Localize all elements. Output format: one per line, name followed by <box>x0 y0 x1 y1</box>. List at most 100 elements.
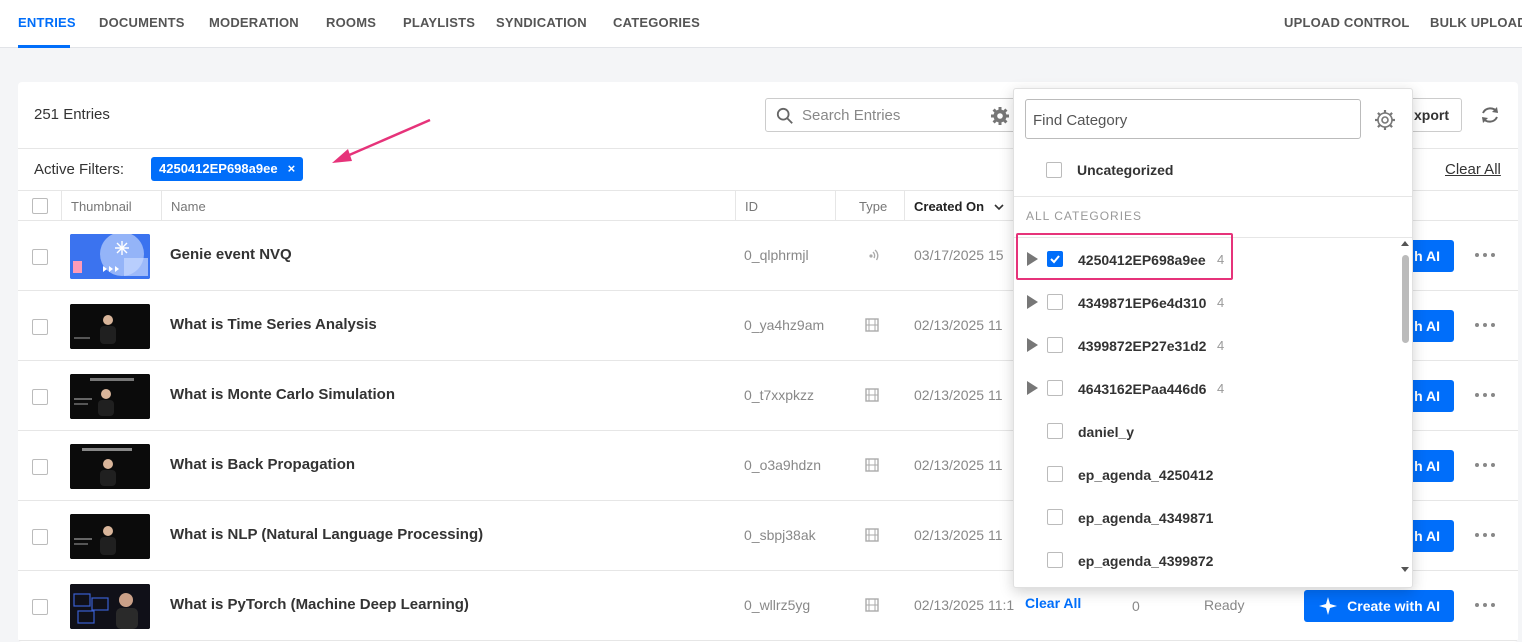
category-label: 4643162EPaa446d6 <box>1078 381 1207 397</box>
filter-tag-label: 4250412EP698a9ee <box>159 161 278 176</box>
row-checkbox[interactable] <box>32 249 48 265</box>
category-label: ep_agenda_4250412 <box>1078 467 1214 483</box>
category-checkbox[interactable] <box>1047 294 1063 310</box>
more-options-icon[interactable] <box>1474 531 1496 539</box>
category-count: 4 <box>1217 338 1225 353</box>
category-checkbox[interactable] <box>1047 423 1063 439</box>
find-category-input[interactable] <box>1033 110 1343 130</box>
expand-arrow-icon[interactable] <box>1027 338 1038 352</box>
entry-created-date: 02/13/2025 11 <box>914 317 1003 333</box>
entry-created-date: 03/17/2025 15 <box>914 247 1004 263</box>
tab-rooms[interactable]: ROOMS <box>326 15 376 30</box>
column-id[interactable]: ID <box>745 199 758 214</box>
scrollbar-thumb[interactable] <box>1402 255 1409 343</box>
uncategorized-label: Uncategorized <box>1077 162 1174 178</box>
more-options-icon[interactable] <box>1474 321 1496 329</box>
category-checkbox[interactable] <box>1047 552 1063 568</box>
uncategorized-checkbox[interactable] <box>1046 162 1062 178</box>
more-options-icon[interactable] <box>1474 391 1496 399</box>
entry-created-date: 02/13/2025 11 <box>914 457 1003 473</box>
category-checkbox[interactable] <box>1047 337 1063 353</box>
more-options-icon[interactable] <box>1474 461 1496 469</box>
search-icon <box>776 107 793 124</box>
search-input[interactable] <box>802 105 1002 125</box>
live-stream-icon <box>869 249 879 261</box>
video-icon <box>865 388 879 402</box>
category-checkbox[interactable] <box>1047 380 1063 396</box>
category-item[interactable]: 4250412EP698a9ee 4 <box>1014 238 1404 281</box>
column-type[interactable]: Type <box>859 199 887 214</box>
refresh-icon[interactable] <box>1479 104 1501 126</box>
remove-filter-icon[interactable]: × <box>288 161 296 176</box>
entry-name[interactable]: What is Monte Carlo Simulation <box>170 386 395 403</box>
tab-documents[interactable]: DOCUMENTS <box>99 15 185 30</box>
category-count: 4 <box>1217 381 1225 396</box>
scroll-down-arrow-icon[interactable] <box>1401 567 1409 572</box>
row-checkbox[interactable] <box>32 529 48 545</box>
column-thumbnail: Thumbnail <box>71 199 132 214</box>
category-settings-gear-icon[interactable] <box>1374 109 1396 131</box>
tab-playlists[interactable]: PLAYLISTS <box>403 15 475 30</box>
upload-control-link[interactable]: UPLOAD CONTROL <box>1284 15 1410 30</box>
more-options-icon[interactable] <box>1474 251 1496 259</box>
bulk-upload-link[interactable]: BULK UPLOAD <box>1430 15 1522 30</box>
category-label: ep_agenda_4399872 <box>1078 553 1214 569</box>
row-checkbox[interactable] <box>32 319 48 335</box>
category-item[interactable]: daniel_y <box>1014 410 1404 453</box>
tab-categories[interactable]: CATEGORIES <box>613 15 700 30</box>
category-checkbox[interactable] <box>1047 251 1063 267</box>
more-options-icon[interactable] <box>1474 601 1496 609</box>
entry-created-date: 02/13/2025 11 <box>914 527 1003 543</box>
select-all-checkbox[interactable] <box>32 198 48 214</box>
category-item[interactable]: 4349871EP6e4d310 4 <box>1014 281 1404 324</box>
search-settings-gear-icon[interactable] <box>990 106 1010 126</box>
column-divider <box>904 191 905 222</box>
entry-name[interactable]: Genie event NVQ <box>170 246 292 263</box>
active-filters-label: Active Filters: <box>34 161 125 178</box>
uncategorized-option[interactable]: Uncategorized <box>1014 149 1412 197</box>
category-checkbox[interactable] <box>1047 509 1063 525</box>
tab-entries[interactable]: ENTRIES <box>18 15 76 30</box>
category-count: 4 <box>1217 295 1225 310</box>
category-list-scrollbar[interactable] <box>1398 239 1412 579</box>
clear-all-categories-link[interactable]: Clear All <box>1025 595 1081 611</box>
entry-name[interactable]: What is Time Series Analysis <box>170 316 377 333</box>
category-item[interactable]: 4643162EPaa446d6 4 <box>1014 367 1404 410</box>
entry-name[interactable]: What is NLP (Natural Language Processing… <box>170 526 483 543</box>
category-checkbox[interactable] <box>1047 466 1063 482</box>
entry-plays: 0 <box>1132 598 1140 614</box>
category-item[interactable]: ep_agenda_4399872 <box>1014 539 1404 577</box>
expand-arrow-icon[interactable] <box>1027 381 1038 395</box>
row-checkbox[interactable] <box>32 599 48 615</box>
category-filter-dropdown: Uncategorized ALL CATEGORIES 4250412EP69… <box>1013 88 1413 588</box>
entry-id: 0_o3a9hdzn <box>744 457 822 473</box>
column-created-on[interactable]: Created On <box>914 199 1004 214</box>
column-divider <box>61 191 62 222</box>
scroll-up-arrow-icon[interactable] <box>1401 241 1409 246</box>
create-with-ai-button[interactable]: Create with AI <box>1304 590 1454 622</box>
row-checkbox[interactable] <box>32 389 48 405</box>
category-item[interactable]: ep_agenda_4250412 <box>1014 453 1404 496</box>
category-item[interactable]: ep_agenda_4349871 <box>1014 496 1404 539</box>
category-label: 4399872EP27e31d2 <box>1078 338 1207 354</box>
create-with-ai-label: Create with AI <box>1347 598 1440 614</box>
thumbnail <box>70 374 150 419</box>
entry-name[interactable]: What is PyTorch (Machine Deep Learning) <box>170 596 469 613</box>
category-item[interactable]: 4399872EP27e31d2 4 <box>1014 324 1404 367</box>
expand-arrow-icon[interactable] <box>1027 295 1038 309</box>
entry-created-date: 02/13/2025 11:1 <box>914 597 1014 613</box>
tab-moderation[interactable]: MODERATION <box>209 15 299 30</box>
column-divider <box>835 191 836 222</box>
tab-syndication[interactable]: SYNDICATION <box>496 15 587 30</box>
clear-all-filters-link[interactable]: Clear All <box>1445 161 1501 178</box>
expand-arrow-icon[interactable] <box>1027 252 1038 266</box>
thumbnail <box>70 304 150 349</box>
entry-id: 0_t7xxpkzz <box>744 387 815 403</box>
row-checkbox[interactable] <box>32 459 48 475</box>
video-icon <box>865 598 879 612</box>
entry-name[interactable]: What is Back Propagation <box>170 456 355 473</box>
category-list: 4250412EP698a9ee 4 4349871EP6e4d310 4 43… <box>1014 237 1412 577</box>
column-name[interactable]: Name <box>171 199 206 214</box>
video-icon <box>865 458 879 472</box>
video-icon <box>865 528 879 542</box>
